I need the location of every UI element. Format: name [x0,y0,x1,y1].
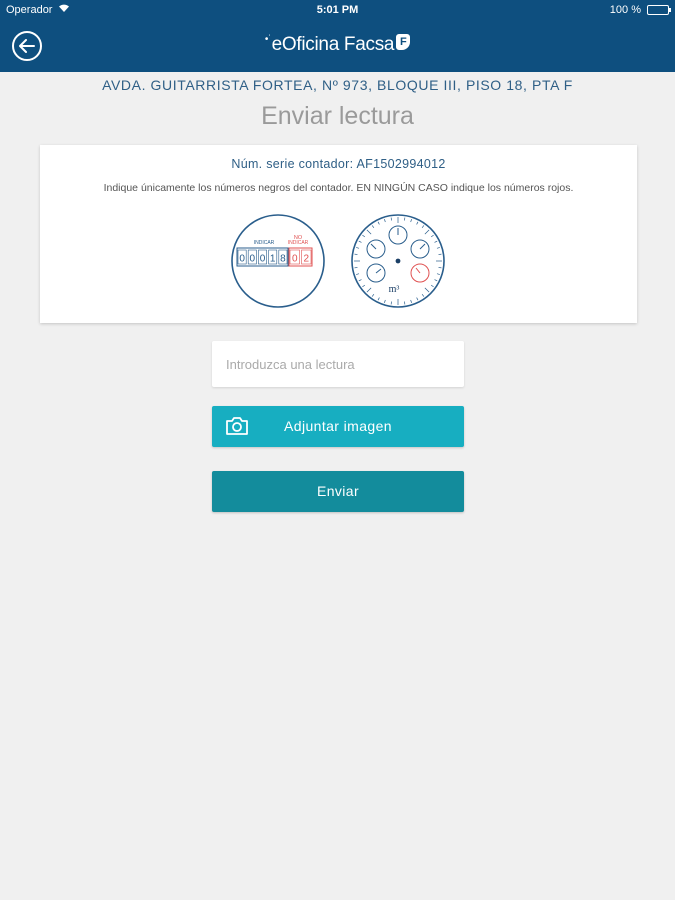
battery-icon [647,5,671,15]
attach-image-label: Adjuntar imagen [284,418,392,434]
battery-percent: 100 % [609,4,641,16]
reading-input[interactable] [212,341,464,387]
attach-image-button[interactable]: Adjuntar imagen [212,406,464,447]
logo-dots-icon: •˙ [264,34,272,45]
black-digit: 0 [250,254,256,265]
red-digit: 2 [303,254,309,265]
page-title: Enviar lectura [261,102,414,130]
dial-meter-illustration: m³ [351,214,445,308]
reading-instructions: Indique únicamente los números negros de… [103,182,574,194]
dial-unit: m³ [389,284,400,295]
navigation-bar: •˙eOficina Facsa F [0,20,675,72]
status-bar: Operador 5:01 PM 100 % [0,0,675,20]
meter-face [231,214,325,308]
send-button[interactable]: Enviar [212,471,464,512]
meter-info-card: Núm. serie contador: AF1502994012 Indiqu… [40,145,637,323]
brand-name: eOficina Facsa [271,34,395,55]
black-digit: 0 [260,254,266,265]
black-digit: 8 [280,254,286,265]
dial-center [395,258,401,264]
clock: 5:01 PM [316,4,359,16]
label-no-indicar: INDICAR [288,240,309,246]
brand-logo: •˙eOficina Facsa F [0,34,675,56]
supply-address: AVDA. GUITARRISTA FORTEA, Nº 973, BLOQUE… [102,77,573,93]
send-label: Enviar [316,483,360,499]
label-indicar: INDICAR [254,240,275,246]
digital-meter-illustration: INDICAR NO INDICAR 0001802 [231,214,325,308]
red-digit: 0 [292,254,298,265]
brand-badge-icon: F [396,34,411,50]
black-digit: 1 [270,254,276,265]
meter-serial-number: Núm. serie contador: AF1502994012 [231,157,446,171]
black-digit: 0 [239,254,245,265]
